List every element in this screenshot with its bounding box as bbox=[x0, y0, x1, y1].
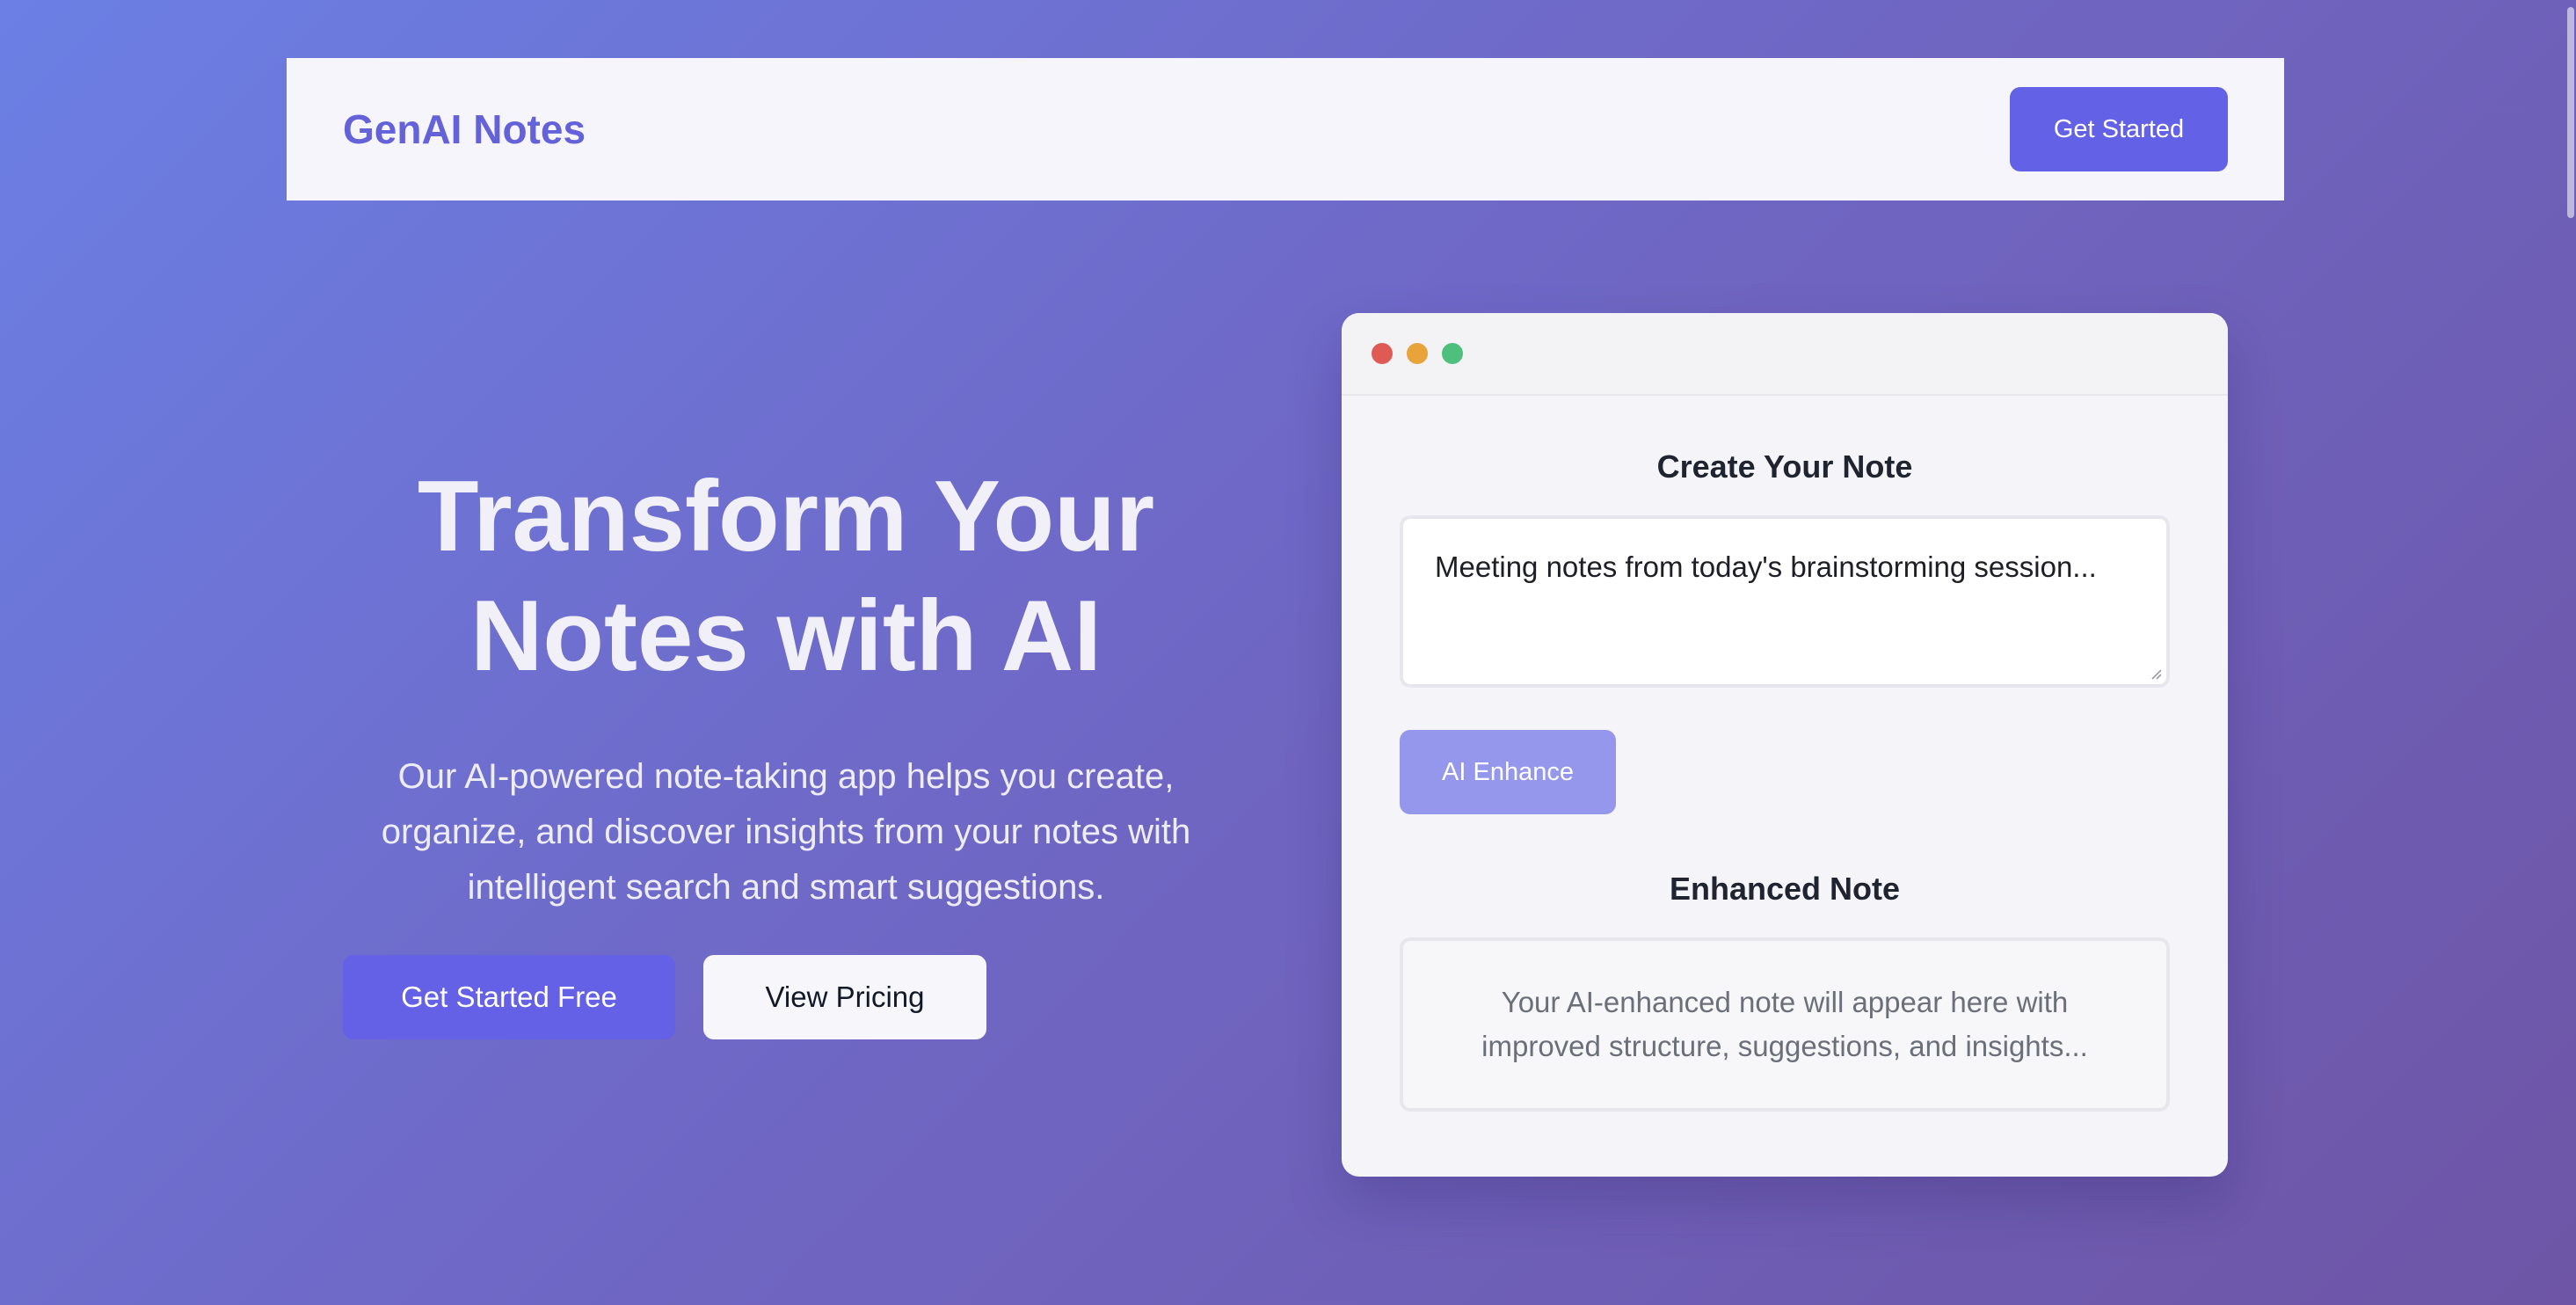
hero-title-line-1: Transform Your bbox=[417, 461, 1155, 572]
page-scrollbar[interactable] bbox=[2564, 0, 2576, 1305]
view-pricing-button[interactable]: View Pricing bbox=[703, 955, 986, 1039]
enhanced-note-output: Your AI-enhanced note will appear here w… bbox=[1400, 937, 2170, 1112]
close-dot-icon bbox=[1372, 343, 1393, 364]
hero-cta-group: Get Started Free View Pricing bbox=[343, 955, 986, 1039]
hero-subtitle: Our AI-powered note-taking app helps you… bbox=[381, 757, 1191, 907]
enhanced-note-heading: Enhanced Note bbox=[1669, 871, 1901, 907]
brand-logo[interactable]: GenAI Notes bbox=[343, 106, 586, 153]
hero-title: Transform Your Notes with AI bbox=[338, 457, 1234, 696]
get-started-button[interactable]: Get Started bbox=[2010, 87, 2228, 171]
demo-body: Create Your Note Meeting notes from toda… bbox=[1342, 448, 2228, 1112]
minimize-dot-icon bbox=[1407, 343, 1428, 364]
scrollbar-thumb[interactable] bbox=[2567, 7, 2574, 218]
note-textarea-value: Meeting notes from today's brainstorming… bbox=[1435, 550, 2097, 583]
maximize-dot-icon bbox=[1442, 343, 1463, 364]
hero-title-line-2: Notes with AI bbox=[470, 580, 1102, 692]
create-note-heading: Create Your Note bbox=[1656, 448, 1913, 485]
window-titlebar bbox=[1342, 313, 2228, 396]
navbar: GenAI Notes Get Started bbox=[287, 58, 2284, 200]
get-started-free-button[interactable]: Get Started Free bbox=[343, 955, 675, 1039]
hero-section: Transform Your Notes with AI Our AI-powe… bbox=[338, 457, 1234, 915]
ai-enhance-button[interactable]: AI Enhance bbox=[1400, 730, 1616, 814]
note-textarea[interactable]: Meeting notes from today's brainstorming… bbox=[1400, 515, 2170, 688]
resize-handle-icon[interactable] bbox=[2149, 667, 2163, 681]
demo-window: Create Your Note Meeting notes from toda… bbox=[1342, 313, 2228, 1177]
